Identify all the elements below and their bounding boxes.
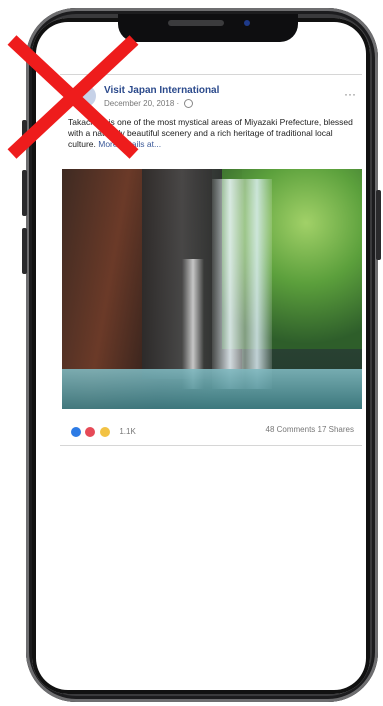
front-camera	[244, 20, 250, 26]
speaker	[168, 20, 224, 26]
volume-down-button	[22, 228, 27, 274]
power-button	[376, 190, 381, 260]
love-reaction-icon	[84, 425, 97, 438]
red-x-mark-icon	[7, 35, 139, 159]
photo-waterfall	[212, 179, 272, 389]
photo-pool	[62, 369, 362, 409]
reaction-count: 1.1K	[119, 427, 136, 437]
like-reaction-icon	[70, 425, 82, 438]
reactions[interactable]: 1.1K	[70, 423, 136, 438]
wow-reaction-icon	[98, 425, 111, 438]
post-photo[interactable]	[62, 169, 362, 409]
comment-share-stats[interactable]: 48 Comments 17 Shares	[266, 425, 355, 434]
volume-up-button	[22, 170, 27, 216]
more-options-icon[interactable]: ···	[344, 87, 356, 101]
globe-icon	[184, 99, 194, 109]
